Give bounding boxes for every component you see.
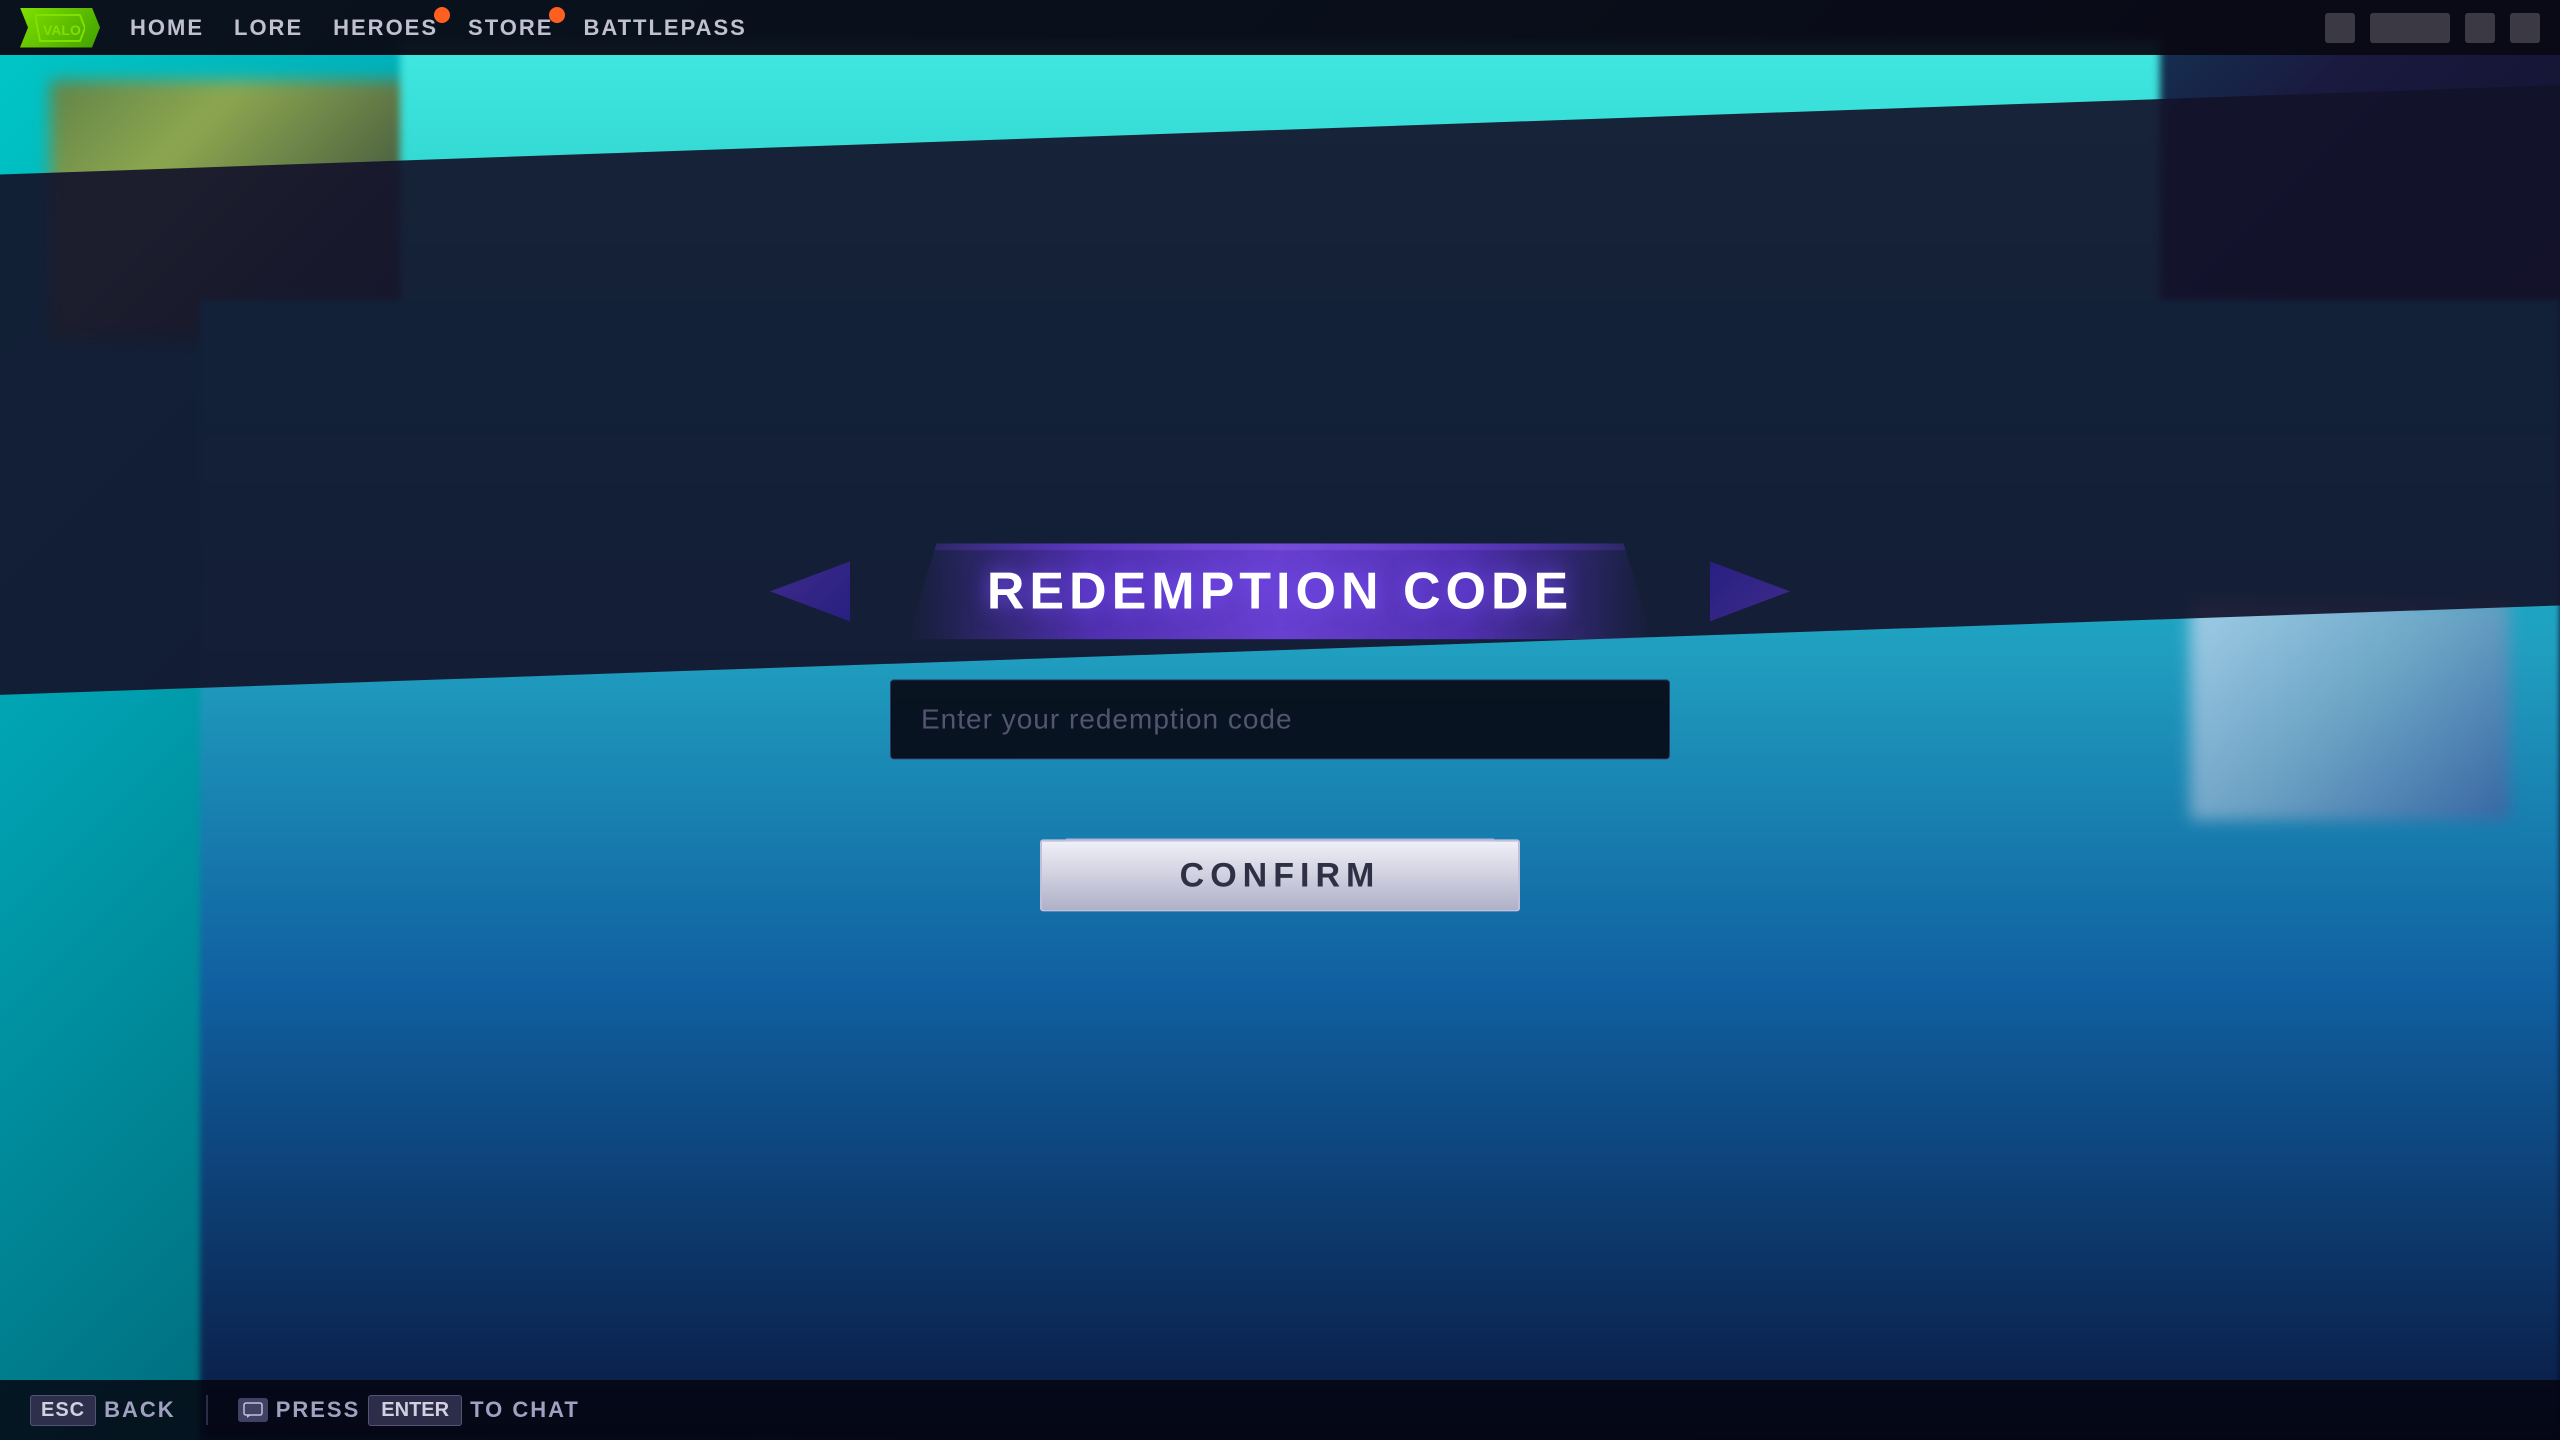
redemption-code-input[interactable] <box>890 679 1670 759</box>
hud-chat-section: Press ENTER to Chat <box>238 1395 580 1426</box>
press-label: Press <box>276 1397 361 1423</box>
svg-text:VALO: VALO <box>43 22 81 38</box>
store-badge <box>549 7 565 23</box>
nav-lore[interactable]: LORE <box>234 15 303 41</box>
nav-right-icons <box>2325 13 2540 43</box>
confirm-button[interactable]: CONFIRM <box>1040 839 1520 911</box>
nav-heroes[interactable]: HEROES <box>333 15 438 41</box>
hud-esc-section: ESC BACK <box>30 1395 176 1426</box>
nav-icon-2[interactable] <box>2370 13 2450 43</box>
bg-decoration-bottom-right <box>2190 600 2510 820</box>
nav-icon-3[interactable] <box>2465 13 2495 43</box>
redemption-dialog: REDEMPTION CODE CONFIRM <box>830 543 1730 911</box>
code-input-wrapper <box>890 679 1670 759</box>
nav-store[interactable]: STORE <box>468 15 553 41</box>
bottom-hud: ESC BACK Press ENTER to Chat <box>0 1380 2560 1440</box>
nav-icon-1[interactable] <box>2325 13 2355 43</box>
dialog-title: REDEMPTION CODE <box>987 562 1573 620</box>
banner-decoration <box>1030 656 1530 659</box>
nav-home[interactable]: HOME <box>130 15 204 41</box>
nav-icon-4[interactable] <box>2510 13 2540 43</box>
hud-divider <box>206 1395 208 1425</box>
top-navigation: VALO HOME LORE HEROES STORE BATTLEPASS <box>0 0 2560 55</box>
enter-key-label: ENTER <box>368 1395 462 1426</box>
esc-action-label: BACK <box>104 1397 176 1423</box>
chat-bubble-icon <box>243 1402 263 1418</box>
nav-battlepass[interactable]: BATTLEPASS <box>583 15 746 41</box>
chat-icon <box>238 1398 268 1422</box>
logo-icon: VALO <box>35 13 85 43</box>
to-chat-label: to Chat <box>470 1397 580 1423</box>
heroes-badge <box>434 7 450 23</box>
confirm-button-label: CONFIRM <box>1180 856 1381 895</box>
esc-key-label: ESC <box>30 1395 96 1426</box>
title-banner-container: REDEMPTION CODE <box>830 543 1730 639</box>
title-banner: REDEMPTION CODE <box>907 543 1653 639</box>
game-logo: VALO <box>20 8 100 48</box>
